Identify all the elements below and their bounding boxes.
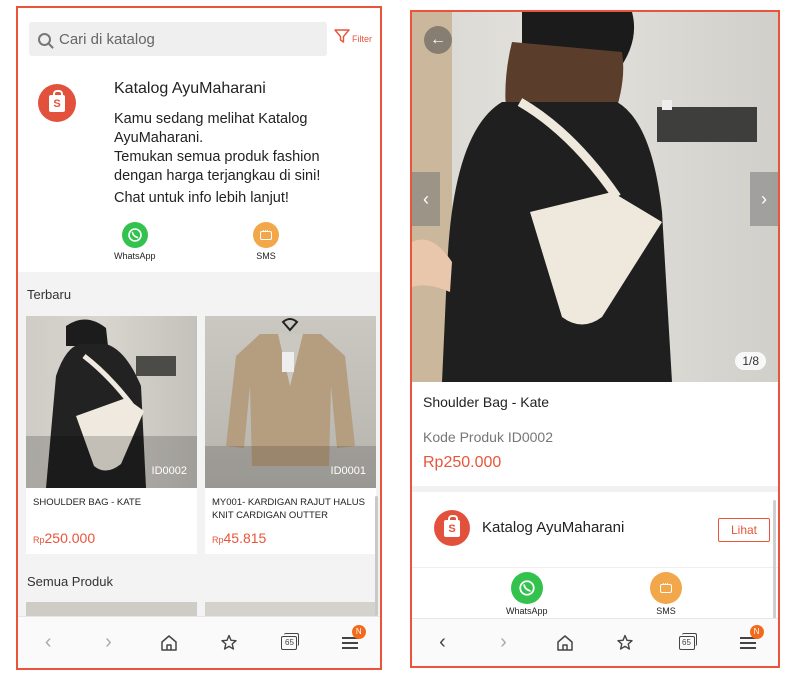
whatsapp-label: WhatsApp	[506, 606, 548, 616]
scrollbar[interactable]	[375, 496, 378, 616]
search-placeholder: Cari di katalog	[59, 30, 155, 48]
whatsapp-icon	[510, 572, 543, 604]
carousel-next-button[interactable]: ›	[750, 172, 778, 226]
product-image: ID0001	[205, 316, 376, 488]
browser-nav-bar: ‹ › 65 N	[18, 616, 380, 668]
product-card[interactable]: ID0002 SHOULDER BAG - KATE Rp250.000	[26, 316, 197, 554]
product-id: ID0001	[330, 465, 366, 477]
whatsapp-label: WhatsApp	[114, 251, 156, 261]
search-bar: Cari di katalog Filter	[18, 8, 380, 66]
back-arrow-icon[interactable]: ←	[424, 26, 452, 54]
sms-icon	[650, 572, 682, 604]
store-row: S Katalog AyuMaharani Lihat	[412, 492, 778, 568]
filter-button[interactable]: Filter	[334, 28, 372, 44]
tabs-icon[interactable]: 65	[673, 629, 701, 657]
menu-button[interactable]: N	[336, 624, 366, 657]
sms-button[interactable]: SMS	[650, 572, 682, 616]
section-title-newest: Terbaru	[27, 287, 72, 302]
whatsapp-button[interactable]: WhatsApp	[114, 222, 156, 261]
sms-label: SMS	[656, 606, 676, 616]
product-card[interactable]: ID0001 MY001- KARDIGAN RAJUT HALUS KNIT …	[205, 316, 376, 554]
home-icon[interactable]	[155, 629, 183, 657]
product-detail: Shoulder Bag - Kate Kode Produk ID0002 R…	[412, 382, 778, 486]
search-icon	[38, 32, 51, 46]
bookmark-star-icon[interactable]	[612, 629, 640, 657]
notification-badge: N	[749, 624, 764, 639]
sms-button[interactable]: SMS	[253, 222, 279, 261]
back-icon[interactable]: ‹	[429, 629, 457, 657]
product-name: MY001- KARDIGAN RAJUT HALUS KNIT CARDIGA…	[212, 497, 365, 521]
scrollbar[interactable]	[773, 500, 776, 620]
shop-logo: S	[38, 84, 76, 122]
back-icon[interactable]: ‹	[34, 629, 62, 657]
carousel-prev-button[interactable]: ‹	[412, 172, 440, 226]
shopping-bag-icon: S	[49, 89, 65, 112]
sms-label: SMS	[256, 251, 276, 261]
product-code: Kode Produk ID0002	[423, 429, 553, 445]
whatsapp-button[interactable]: WhatsApp	[506, 572, 548, 616]
notification-badge: N	[351, 624, 366, 639]
product-image-carousel[interactable]: ← ‹ › 1/8	[412, 12, 778, 382]
chat-prompt: Chat untuk info lebih lanjut!	[114, 190, 289, 206]
sms-icon	[253, 222, 279, 248]
shopping-bag-icon: S	[444, 514, 460, 537]
product-name: SHOULDER BAG - KATE	[33, 497, 142, 508]
whatsapp-icon	[121, 222, 148, 248]
tabs-icon[interactable]: 65	[275, 629, 303, 657]
search-input[interactable]: Cari di katalog	[29, 22, 327, 56]
product-price: Rp250.000	[423, 454, 502, 471]
store-name: Katalog AyuMaharani	[114, 80, 266, 97]
product-image: ID0002	[26, 316, 197, 488]
bookmark-star-icon[interactable]	[215, 629, 243, 657]
store-name: Katalog AyuMaharani	[482, 519, 625, 536]
filter-label: Filter	[352, 34, 372, 44]
product-price: Rp45.815	[212, 530, 267, 546]
product-price: Rp250.000	[33, 530, 96, 546]
contact-row: WhatsApp SMS	[412, 568, 778, 620]
section-title-all: Semua Produk	[27, 574, 113, 589]
store-description: Kamu sedang melihat Katalog AyuMaharani.…	[114, 111, 321, 184]
home-icon[interactable]	[551, 629, 579, 657]
shop-logo: S	[434, 510, 470, 546]
catalog-screen: Cari di katalog Filter S Katalog AyuMaha…	[16, 6, 382, 670]
forward-icon[interactable]: ›	[490, 629, 518, 657]
product-id: ID0002	[151, 465, 187, 477]
filter-icon	[334, 29, 350, 43]
forward-icon[interactable]: ›	[94, 629, 122, 657]
store-info-card: S Katalog AyuMaharani Kamu sedang meliha…	[18, 66, 380, 272]
browser-nav-bar: ‹ › 65 N	[412, 618, 778, 666]
view-store-button[interactable]: Lihat	[718, 518, 770, 542]
image-counter: 1/8	[735, 352, 766, 370]
menu-button[interactable]: N	[734, 624, 764, 657]
product-detail-screen: ← ‹ › 1/8 Shoulder Bag - Kate Kode Produ…	[410, 10, 780, 668]
product-title: Shoulder Bag - Kate	[423, 394, 550, 410]
product-photo	[412, 12, 757, 382]
